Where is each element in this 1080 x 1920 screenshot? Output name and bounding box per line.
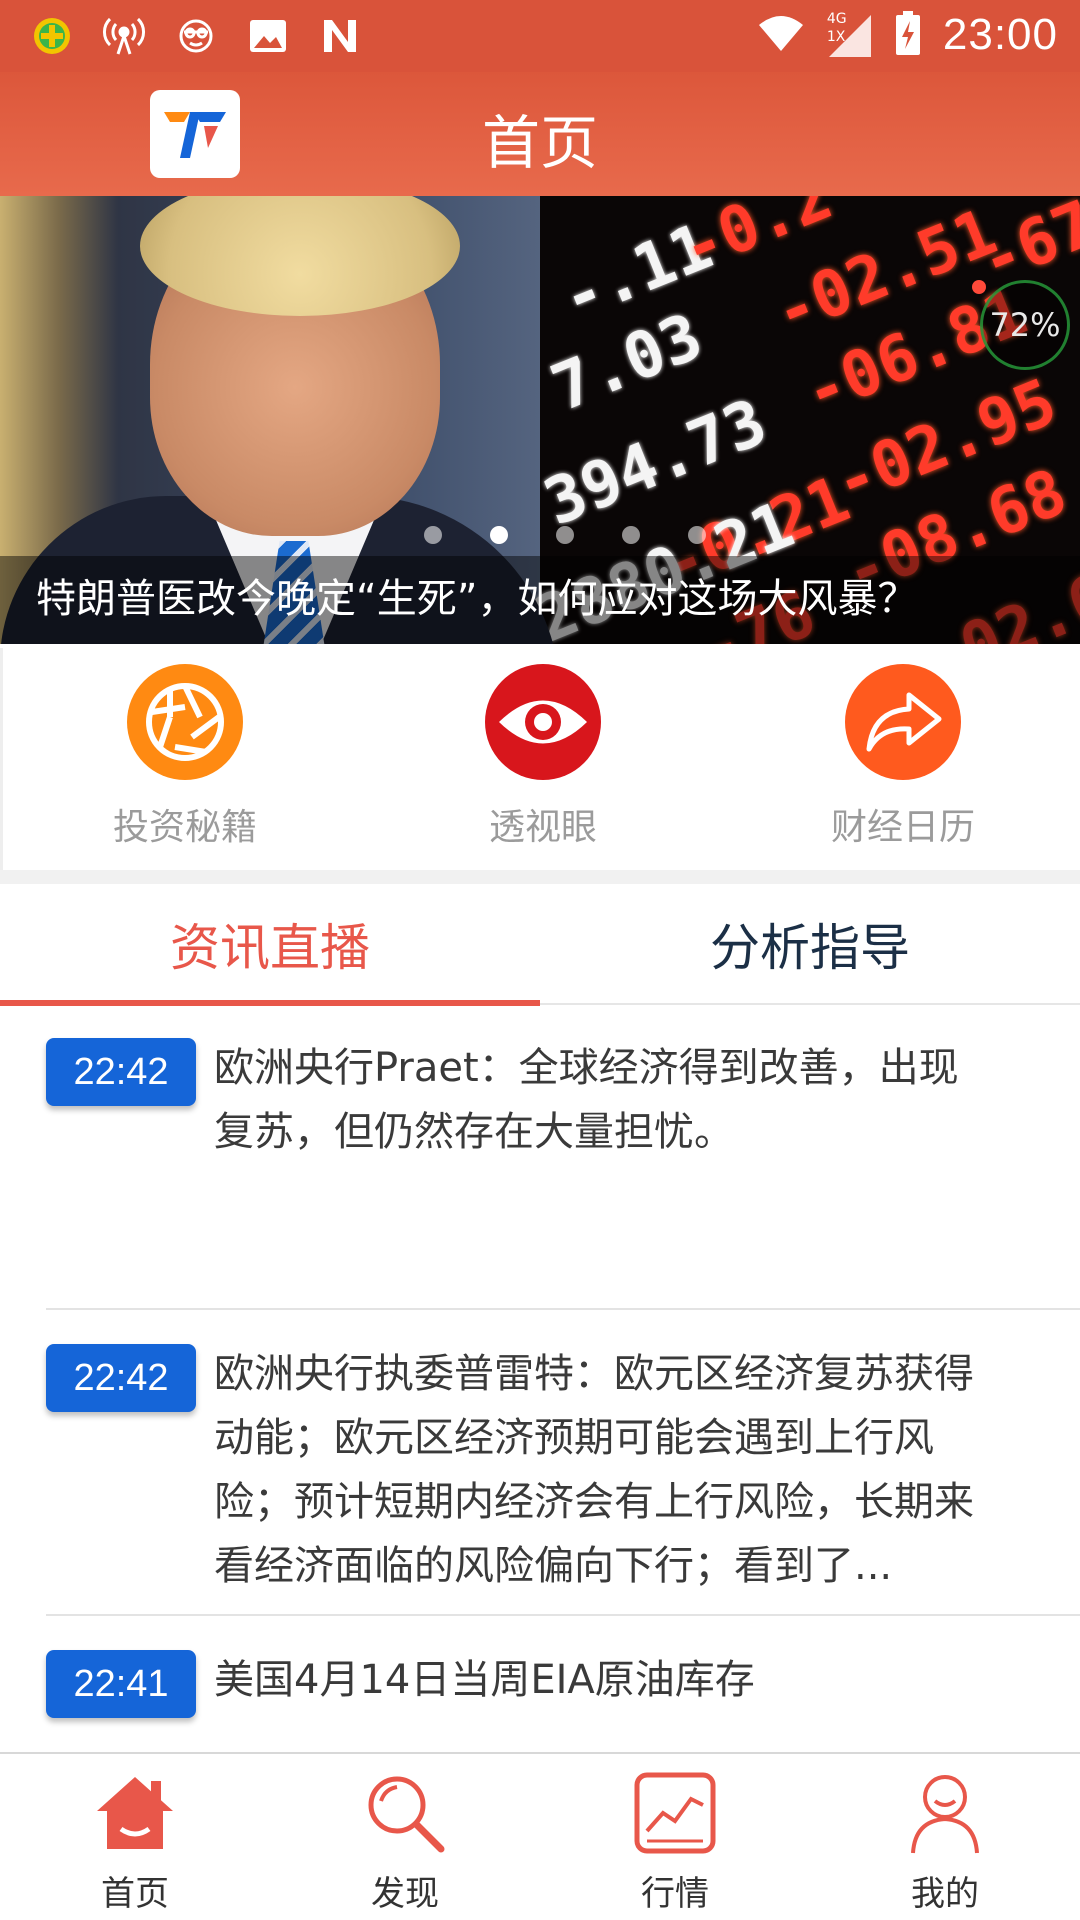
tab-active-indicator [0, 1000, 540, 1006]
quick-link-label: 财经日历 [830, 807, 975, 848]
news-tabs: 资讯直播 分析指导 [0, 884, 1080, 1006]
carousel-dots [0, 526, 1080, 544]
wifi-icon [757, 13, 805, 57]
news-text: 欧洲央行Praet：全球经济得到改善，出现复苏，但仍然存在大量担忧。 [214, 1045, 959, 1155]
image-icon [246, 14, 290, 58]
status-time: 23:00 [942, 10, 1058, 59]
battery-charging-icon [895, 11, 921, 59]
nav-label: 我的 [911, 1874, 979, 1914]
news-text: 美国4月14日当周EIA原油库存 [214, 1657, 755, 1703]
quick-link-label: 投资秘籍 [112, 807, 257, 848]
tab-analysis[interactable]: 分析指导 [540, 908, 1080, 980]
tab-divider [540, 1003, 1080, 1005]
share-arrow-icon [845, 664, 961, 780]
home-icon [90, 1768, 180, 1858]
user-icon [900, 1768, 990, 1858]
chart-icon [630, 1768, 720, 1858]
banner-caption[interactable]: 特朗普医改今晚定“生死”，如何应对这场大风暴？ [36, 566, 917, 624]
quick-link-investment-tips[interactable]: 投资秘籍 [65, 664, 305, 850]
progress-badge[interactable]: 72% [980, 280, 1070, 370]
carousel-dot[interactable] [622, 526, 640, 544]
nav-home[interactable]: 首页 [0, 1768, 270, 1915]
ticker-text: 7.03 [541, 299, 713, 427]
carousel-dot[interactable] [424, 526, 442, 544]
aperture-icon [127, 664, 243, 780]
list-separator [46, 1308, 1080, 1310]
signal-tower-icon [102, 14, 146, 58]
section-divider [0, 870, 1080, 884]
time-badge: 22:42 [46, 1038, 196, 1106]
nav-label: 行情 [641, 1874, 709, 1914]
quick-link-finance-calendar[interactable]: 财经日历 [783, 664, 1023, 850]
cellular-icon: 4G 1X [827, 11, 873, 59]
nav-profile[interactable]: 我的 [810, 1768, 1080, 1915]
page-title: 首页 [481, 109, 598, 177]
nav-label: 发现 [371, 1874, 439, 1914]
security-plus-icon [30, 14, 74, 58]
status-bar: 4G 1X 23:00 [0, 0, 1080, 72]
nav-discover[interactable]: 发现 [270, 1768, 540, 1915]
eye-icon [485, 664, 601, 780]
time-badge: 22:41 [46, 1650, 196, 1718]
banner-carousel[interactable]: -.11 -0.2 -02.51 -67 7.03 -06.81 394.73 … [0, 196, 1080, 644]
carousel-dot-active[interactable] [490, 526, 508, 544]
quick-link-label: 透视眼 [488, 807, 597, 848]
carousel-dot[interactable] [556, 526, 574, 544]
app-header: 首页 [0, 72, 1080, 196]
carousel-dot[interactable] [688, 526, 706, 544]
bottom-nav: 首页 发现 行情 我的 [0, 1752, 1080, 1920]
list-separator [46, 1614, 1080, 1616]
tab-news-live[interactable]: 资讯直播 [0, 908, 540, 980]
nav-market[interactable]: 行情 [540, 1768, 810, 1915]
search-icon [360, 1768, 450, 1858]
news-text: 欧洲央行执委普雷特：欧元区经济复苏获得动能；欧元区经济预期可能会遇到上行风险；预… [214, 1351, 974, 1589]
face-mask-icon [174, 14, 218, 58]
time-badge: 22:42 [46, 1344, 196, 1412]
n-icon [318, 14, 362, 58]
quick-links: 投资秘籍 透视眼 财经日历 [0, 648, 1080, 870]
notification-dot [972, 280, 986, 294]
nav-label: 首页 [101, 1874, 169, 1914]
quick-link-insight-eye[interactable]: 透视眼 [423, 664, 663, 850]
